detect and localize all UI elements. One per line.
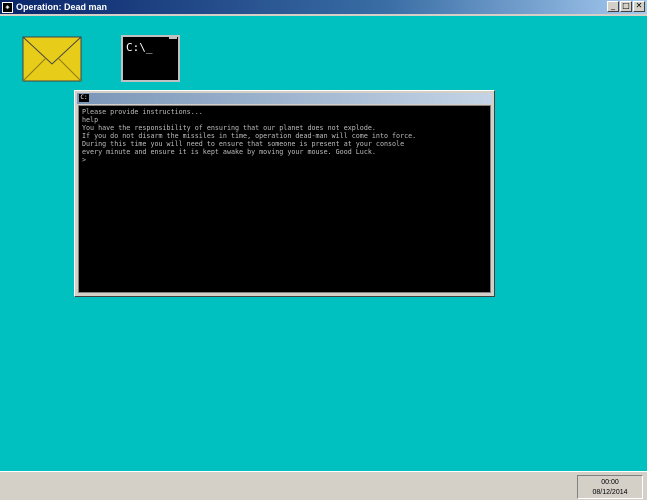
taskbar: 00:00 08/12/2014 bbox=[0, 471, 647, 500]
window-title-bar[interactable]: ◈ Operation: Dead man _ □ ✕ bbox=[0, 0, 647, 14]
clock-time: 00:00 bbox=[601, 479, 619, 486]
console-icon: C: bbox=[79, 94, 89, 102]
terminal-icon[interactable]: C:\_ bbox=[121, 35, 180, 82]
taskbar-clock[interactable]: 00:00 08/12/2014 bbox=[577, 475, 643, 499]
console-title-bar[interactable]: C: bbox=[77, 93, 492, 104]
terminal-icon-prompt: C:\_ bbox=[126, 41, 153, 54]
close-button[interactable]: ✕ bbox=[633, 1, 645, 12]
minimize-button[interactable]: _ bbox=[607, 1, 619, 12]
app-icon: ◈ bbox=[2, 1, 13, 13]
console-line: During this time you will need to ensure… bbox=[82, 140, 405, 148]
console-window[interactable]: C: Please provide instructions... help You… bbox=[74, 90, 495, 297]
maximize-button[interactable]: □ bbox=[620, 1, 632, 12]
mail-envelope-icon[interactable] bbox=[22, 36, 82, 82]
console-line: You have the responsibility of ensuring … bbox=[82, 124, 376, 132]
console-line: If you do not disarm the missiles in tim… bbox=[82, 132, 417, 140]
window-title: Operation: Dead man bbox=[16, 2, 108, 12]
clock-date: 08/12/2014 bbox=[592, 489, 628, 496]
console-prompt[interactable]: > bbox=[82, 156, 487, 164]
window-controls: _ □ ✕ bbox=[606, 1, 645, 12]
console-line: Please provide instructions... bbox=[82, 108, 203, 116]
window-frame bbox=[0, 14, 647, 16]
terminal-icon-bar bbox=[169, 36, 177, 39]
console-output[interactable]: Please provide instructions... help You ha… bbox=[78, 105, 491, 293]
console-line: every minute and ensure it is kept awake… bbox=[82, 148, 376, 156]
console-line: help bbox=[82, 116, 99, 124]
